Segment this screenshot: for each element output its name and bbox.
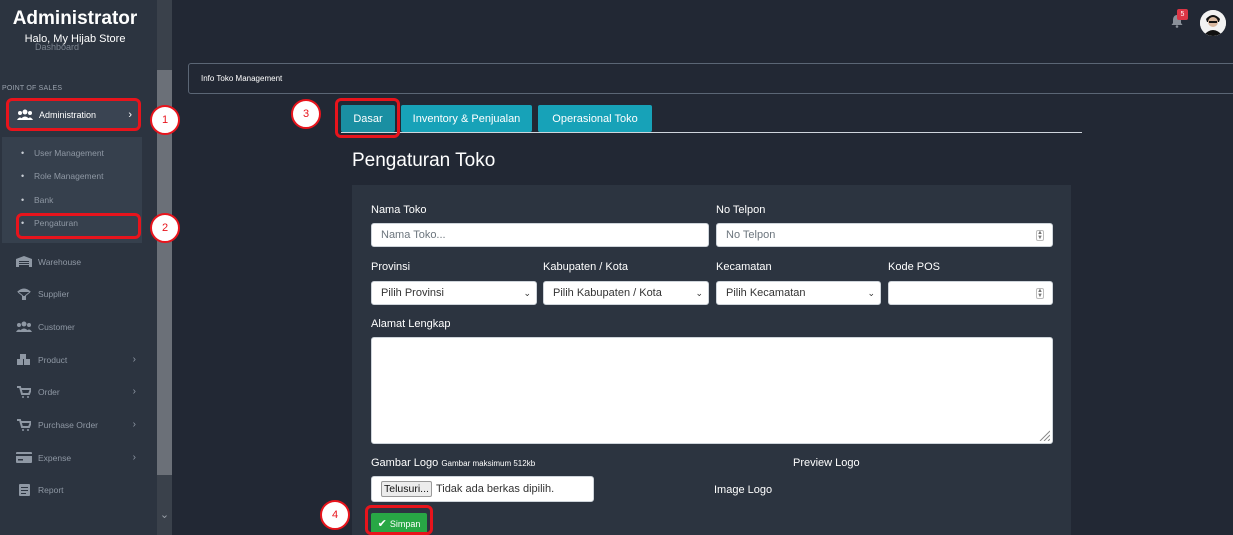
chevron-right-icon: › [132, 452, 136, 463]
brand-title: Administrator [12, 8, 138, 29]
kabupaten-label: Kabupaten / Kota [543, 261, 629, 273]
provinsi-value: Pilih Provinsi [381, 287, 444, 299]
tab-inventory-penjualan[interactable]: Inventory & Penjualan [401, 105, 532, 132]
alamat-label: Alamat Lengkap [371, 318, 451, 330]
browse-button[interactable]: Telusuri... [381, 481, 432, 497]
avatar[interactable] [1200, 10, 1226, 36]
sidebar-item-supplier[interactable]: Supplier [16, 288, 136, 300]
provinsi-select[interactable]: Pilih Provinsi ⌄ [371, 281, 537, 305]
submenu-item-user-management[interactable]: User Management [21, 148, 104, 158]
no-telpon-input[interactable]: No Telpon ▲ ▼ [716, 223, 1053, 247]
kecamatan-select[interactable]: Pilih Kecamatan ⌄ [716, 281, 881, 305]
preview-logo-label: Preview Logo [793, 457, 860, 469]
sidebar-item-customer[interactable]: Customer [16, 321, 136, 332]
kecamatan-label: Kecamatan [716, 261, 772, 273]
submenu-item-role-management[interactable]: Role Management [21, 171, 104, 181]
resize-handle-icon[interactable] [1038, 429, 1050, 441]
credit-card-icon [16, 452, 32, 463]
nama-toko-label: Nama Toko [371, 204, 427, 216]
cart-icon [16, 418, 32, 431]
kecamatan-value: Pilih Kecamatan [726, 287, 806, 299]
scroll-down-icon[interactable]: ⌄ [157, 505, 172, 525]
annotation-1: 1 [150, 105, 180, 135]
page-title: Pengaturan Toko [352, 150, 496, 171]
nama-toko-placeholder: Nama Toko... [381, 229, 446, 241]
file-status: Tidak ada berkas dipilih. [435, 483, 555, 495]
tab-operasional-toko[interactable]: Operasional Toko [538, 105, 652, 132]
logo-label-text: Gambar Logo [371, 457, 439, 469]
annotation-2: 2 [150, 213, 180, 243]
annotation-3: 3 [291, 99, 321, 129]
info-toko-title: Info Toko Management [201, 74, 283, 83]
sidebar-item-label: Report [38, 484, 64, 495]
logo-file-input[interactable]: Telusuri... Tidak ada berkas dipilih. [371, 476, 594, 502]
kode-pos-input[interactable]: ▲ ▼ [888, 281, 1053, 305]
brand-subtitle: Halo, My Hijab Store [24, 33, 126, 45]
kabupaten-select[interactable]: Pilih Kabupaten / Kota ⌄ [543, 281, 709, 305]
warehouse-icon [16, 256, 32, 267]
kode-pos-label: Kode POS [888, 261, 940, 273]
chevron-down-icon: ⌄ [523, 287, 531, 298]
sidebar-item-label: Purchase Order [38, 419, 98, 430]
chevron-down-icon: ⌄ [867, 287, 875, 298]
report-icon [16, 483, 32, 496]
spinner-icon[interactable]: ▲ ▼ [1036, 229, 1044, 241]
sidebar-item-label: Expense [38, 452, 72, 463]
users-icon [16, 321, 32, 332]
sidebar-item-product[interactable]: Product › [16, 354, 136, 365]
highlight-save [365, 505, 433, 535]
sidebar-item-report[interactable]: Report [16, 483, 136, 496]
highlight-administration [6, 98, 141, 131]
annotation-4: 4 [320, 500, 350, 530]
sidebar-item-label: Customer [38, 321, 75, 332]
info-toko-header: Info Toko Management [188, 63, 1233, 94]
sidebar-item-label: Supplier [38, 288, 70, 299]
highlight-tab-dasar [335, 98, 400, 138]
nama-toko-input[interactable]: Nama Toko... [371, 223, 709, 247]
sidebar-item-warehouse[interactable]: Warehouse [16, 256, 136, 267]
no-telpon-placeholder: No Telpon [726, 229, 776, 241]
sidebar-item-label: Product [38, 354, 68, 365]
sidebar-item-purchase-order[interactable]: Purchase Order › [16, 418, 136, 431]
logo-size-note: Gambar maksimum 512kb [441, 459, 536, 468]
parachute-box-icon [16, 288, 32, 300]
boxes-icon [16, 354, 32, 365]
image-logo-alt: Image Logo [714, 484, 773, 496]
sidebar-item-expense[interactable]: Expense › [16, 452, 136, 463]
notification-badge: 5 [1177, 9, 1188, 20]
highlight-pengaturan [16, 213, 141, 239]
sidebar-item-label: Order [38, 386, 60, 397]
cart-icon [16, 385, 32, 398]
tab-divider [341, 132, 1082, 133]
submenu-item-bank[interactable]: Bank [21, 195, 54, 205]
sidebar-item-label: Warehouse [38, 256, 82, 267]
provinsi-label: Provinsi [371, 261, 411, 273]
section-label: POINT OF SALES [2, 85, 63, 92]
no-telpon-label: No Telpon [716, 204, 766, 216]
chevron-right-icon: › [132, 386, 136, 397]
spinner-icon[interactable]: ▲ ▼ [1036, 287, 1044, 299]
brand: Administrator Halo, My Hijab Store [0, 8, 150, 45]
chevron-down-icon: ⌄ [695, 287, 703, 298]
kabupaten-value: Pilih Kabupaten / Kota [553, 287, 662, 299]
sidebar-item-order[interactable]: Order › [16, 385, 136, 398]
logo-label: Gambar Logo Gambar maksimum 512kb [371, 457, 535, 469]
chevron-right-icon: › [132, 354, 136, 365]
alamat-textarea[interactable] [371, 337, 1053, 444]
chevron-right-icon: › [132, 419, 136, 430]
